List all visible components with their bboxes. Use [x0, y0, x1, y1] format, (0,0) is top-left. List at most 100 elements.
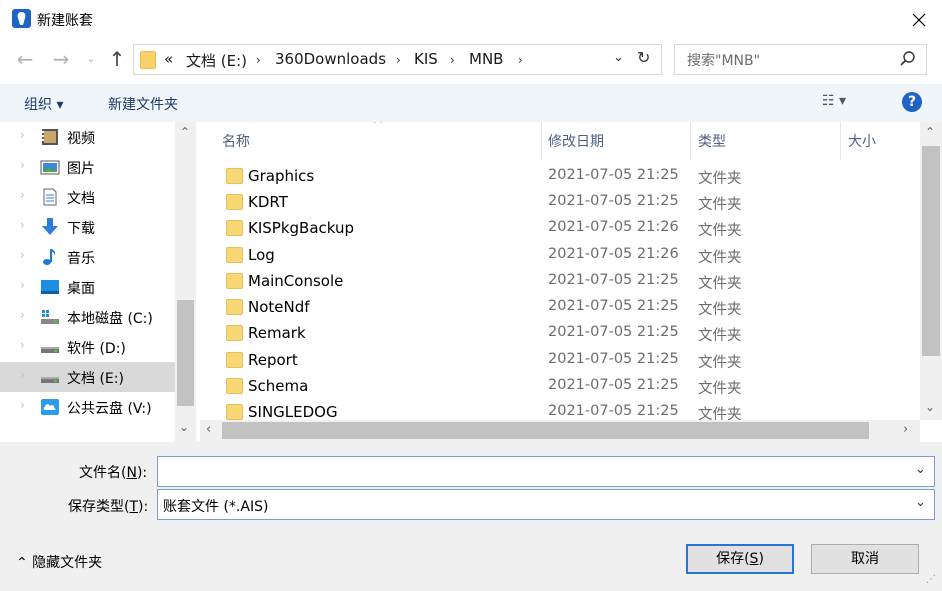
file-row[interactable]: KISPkgBackup 2021-07-05 21:26 文件夹: [200, 216, 920, 242]
expand-chevron-icon[interactable]: ›: [20, 188, 25, 202]
breadcrumb-mnb[interactable]: MNB: [469, 50, 503, 68]
address-history-dropdown[interactable]: ⌄: [613, 50, 624, 65]
vertical-scroll-thumb[interactable]: [922, 146, 940, 356]
nav-item-label: 下载: [67, 221, 95, 237]
resize-grip-icon[interactable]: ⋰: [926, 574, 936, 585]
column-header-size[interactable]: 大小: [848, 131, 876, 151]
breadcrumb-overflow[interactable]: «: [164, 50, 173, 68]
file-row[interactable]: Log 2021-07-05 21:26 文件夹: [200, 243, 920, 269]
nav-item-downloads[interactable]: › 下载: [0, 212, 175, 242]
column-header-type[interactable]: 类型: [698, 131, 726, 151]
scroll-up-icon[interactable]: ⌃: [180, 125, 190, 139]
recent-locations-button[interactable]: ⌄: [83, 46, 99, 74]
scroll-down-icon[interactable]: ⌄: [925, 400, 935, 414]
sort-ascending-icon: ^: [373, 122, 384, 131]
scroll-left-icon[interactable]: ‹: [206, 422, 211, 437]
file-list-horizontal-scrollbar[interactable]: ‹ ›: [200, 420, 920, 442]
file-date: 2021-07-05 21:26: [548, 219, 679, 235]
nav-item-documents[interactable]: › 文档: [0, 182, 175, 212]
search-input[interactable]: 搜索"MNB": [674, 44, 927, 75]
file-row[interactable]: Remark 2021-07-05 21:25 文件夹: [200, 321, 920, 347]
view-options-button[interactable]: ☷ ▾: [822, 93, 846, 109]
organize-button[interactable]: 组织 ▾: [24, 94, 63, 114]
filetype-label: 保存类型(T):: [68, 499, 149, 515]
filename-label: 文件名(N):: [79, 465, 148, 481]
column-header-name[interactable]: 名称: [222, 131, 250, 151]
nav-item-label: 桌面: [67, 281, 95, 297]
save-button[interactable]: 保存(S): [686, 544, 794, 574]
nav-item-drive-v[interactable]: › 公共云盘 (V:): [0, 392, 175, 422]
scroll-right-icon[interactable]: ›: [903, 422, 908, 437]
file-row[interactable]: Schema 2021-07-05 21:25 文件夹: [200, 374, 920, 400]
expand-chevron-icon[interactable]: ›: [20, 398, 25, 412]
breadcrumb-kis[interactable]: KIS: [414, 50, 438, 68]
nav-item-label: 文档: [67, 191, 95, 207]
nav-item-pictures[interactable]: › 图片: [0, 152, 175, 182]
help-icon[interactable]: ?: [902, 92, 922, 112]
expand-chevron-icon[interactable]: ›: [20, 338, 25, 352]
scroll-down-icon[interactable]: ⌄: [179, 420, 189, 434]
nav-scroll-thumb[interactable]: [177, 300, 194, 406]
nav-item-desktop[interactable]: › 桌面: [0, 272, 175, 302]
file-date: 2021-07-05 21:25: [548, 324, 679, 340]
breadcrumb-separator[interactable]: ›: [518, 53, 523, 67]
filetype-select[interactable]: 账套文件 (*.AIS) ⌄: [157, 489, 935, 520]
scroll-up-icon[interactable]: ⌃: [925, 125, 935, 139]
nav-item-music[interactable]: › 音乐: [0, 242, 175, 272]
up-button[interactable]: ↑: [104, 46, 130, 74]
file-row[interactable]: Graphics 2021-07-05 21:25 文件夹: [200, 164, 920, 190]
close-button[interactable]: [900, 6, 936, 34]
download-icon: [42, 218, 58, 235]
nav-item-label: 视频: [67, 131, 95, 147]
filename-field[interactable]: ⌄: [157, 456, 935, 487]
nav-item-label: 文档 (E:): [67, 371, 124, 387]
back-button[interactable]: ←: [12, 46, 38, 74]
file-row[interactable]: NoteNdf 2021-07-05 21:25 文件夹: [200, 295, 920, 321]
save-options-panel: 文件名(N): ⌄ 保存类型(T): 账套文件 (*.AIS) ⌄ ⌃ 隐藏文件…: [0, 442, 942, 591]
expand-chevron-icon[interactable]: ›: [20, 248, 25, 262]
file-name: KDRT: [248, 193, 288, 211]
file-row[interactable]: KDRT 2021-07-05 21:25 文件夹: [200, 190, 920, 216]
refresh-icon[interactable]: ↻: [637, 48, 650, 67]
file-type: 文件夹: [698, 171, 742, 187]
hide-folders-button[interactable]: ⌃ 隐藏文件夹: [16, 552, 102, 572]
breadcrumb-360downloads[interactable]: 360Downloads: [275, 50, 386, 68]
expand-chevron-icon[interactable]: ›: [20, 368, 25, 382]
breadcrumb-separator[interactable]: ›: [396, 53, 401, 67]
column-header-date[interactable]: 修改日期: [548, 131, 604, 151]
cancel-button[interactable]: 取消: [811, 544, 919, 574]
nav-item-drive-e[interactable]: › 文档 (E:): [0, 362, 175, 392]
nav-item-drive-d[interactable]: › 软件 (D:): [0, 332, 175, 362]
nav-item-videos[interactable]: › 视频: [0, 122, 175, 152]
nav-item-label: 图片: [67, 161, 95, 177]
expand-chevron-icon[interactable]: ›: [20, 128, 25, 142]
file-date: 2021-07-05 21:25: [548, 351, 679, 367]
title-bar: 新建账套: [0, 0, 942, 38]
app-icon: [12, 9, 31, 28]
column-divider[interactable]: [840, 122, 841, 160]
breadcrumb-separator[interactable]: ›: [450, 53, 455, 67]
cloud-drive-icon: [41, 399, 59, 415]
expand-chevron-icon[interactable]: ›: [20, 278, 25, 292]
file-name: Log: [248, 246, 275, 264]
expand-chevron-icon[interactable]: ›: [20, 218, 25, 232]
file-row[interactable]: Report 2021-07-05 21:25 文件夹: [200, 348, 920, 374]
forward-button[interactable]: →: [48, 46, 74, 74]
nav-item-drive-c[interactable]: › 本地磁盘 (C:): [0, 302, 175, 332]
nav-scrollbar[interactable]: ⌃ ⌄: [175, 122, 196, 442]
expand-chevron-icon[interactable]: ›: [20, 158, 25, 172]
file-name: SINGLEDOG: [248, 403, 338, 421]
horizontal-scroll-thumb[interactable]: [222, 422, 869, 439]
breadcrumb-drive-e[interactable]: 文档 (E:): [186, 50, 247, 71]
column-divider[interactable]: [690, 122, 691, 160]
chevron-down-icon[interactable]: ⌄: [915, 495, 926, 510]
new-folder-button[interactable]: 新建文件夹: [108, 94, 178, 114]
file-list-vertical-scrollbar[interactable]: ⌃ ⌄: [920, 122, 942, 420]
expand-chevron-icon[interactable]: ›: [20, 308, 25, 322]
chevron-down-icon[interactable]: ⌄: [915, 462, 926, 477]
address-bar[interactable]: « 文档 (E:) › 360Downloads › KIS › MNB › ⌄…: [133, 44, 662, 75]
file-row[interactable]: MainConsole 2021-07-05 21:25 文件夹: [200, 269, 920, 295]
column-divider[interactable]: [541, 122, 542, 160]
breadcrumb-separator[interactable]: ›: [256, 53, 261, 67]
search-icon[interactable]: [899, 48, 917, 75]
